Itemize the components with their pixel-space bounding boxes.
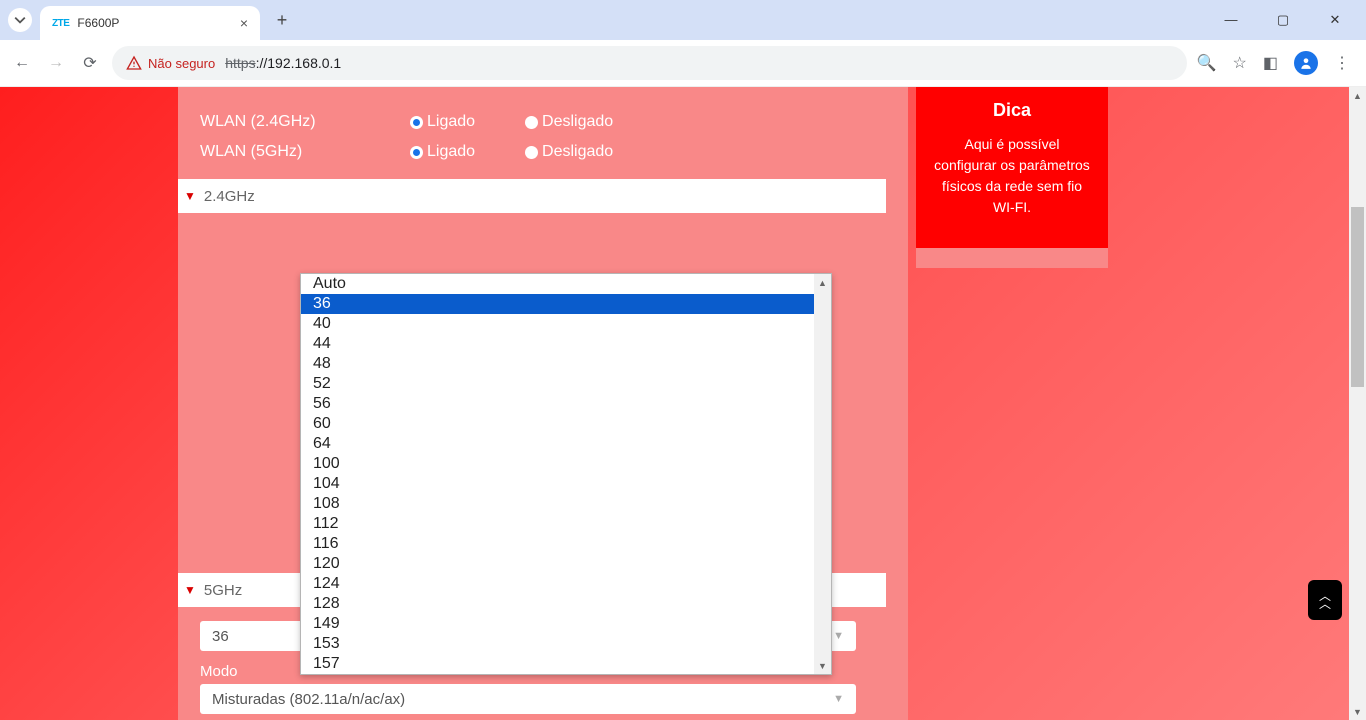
close-window-button[interactable]: ✕ bbox=[1320, 12, 1350, 28]
dropdown-option[interactable]: 100 bbox=[301, 454, 814, 474]
toolbar-icons: 🔍 ☆ ◧ ⋮ bbox=[1197, 51, 1356, 75]
wlan-5-row: WLAN (5GHz) Ligado Desligado bbox=[178, 137, 908, 167]
bandwidth-label: Largura da Banda bbox=[178, 714, 908, 720]
dropdown-option[interactable]: 40 bbox=[301, 314, 814, 334]
wlan24-off-radio[interactable]: Desligado bbox=[525, 113, 613, 131]
dropdown-option[interactable]: 64 bbox=[301, 434, 814, 454]
url-text: https://192.168.0.1 bbox=[225, 55, 341, 71]
scroll-up-icon[interactable]: ▲ bbox=[1349, 87, 1366, 104]
dropdown-option[interactable]: 52 bbox=[301, 374, 814, 394]
dropdown-option[interactable]: 120 bbox=[301, 554, 814, 574]
window-controls: — ▢ ✕ bbox=[1216, 12, 1358, 28]
wlan5-on-radio[interactable]: Ligado bbox=[410, 143, 475, 161]
wlan-5-label: WLAN (5GHz) bbox=[200, 143, 410, 161]
maximize-button[interactable]: ▢ bbox=[1268, 12, 1298, 28]
chevron-up-icon: ︿ bbox=[1319, 600, 1331, 608]
dropdown-option[interactable]: 116 bbox=[301, 534, 814, 554]
bookmark-icon[interactable]: ☆ bbox=[1233, 53, 1247, 73]
chevron-down-icon bbox=[14, 14, 26, 26]
dropdown-option[interactable]: 36 bbox=[301, 294, 814, 314]
side-panel-icon[interactable]: ◧ bbox=[1263, 53, 1278, 73]
browser-tab-strip: ZTE F6600P × + — ▢ ✕ bbox=[0, 0, 1366, 40]
section-24ghz[interactable]: ▼ 2.4GHz bbox=[178, 179, 886, 213]
dropdown-option[interactable]: 104 bbox=[301, 474, 814, 494]
dropdown-scrollbar[interactable]: ▲ ▼ bbox=[814, 274, 831, 674]
minimize-button[interactable]: — bbox=[1216, 12, 1246, 28]
tip-title: Dica bbox=[934, 97, 1090, 124]
tab-favicon: ZTE bbox=[52, 18, 69, 29]
dropdown-option[interactable]: Auto bbox=[301, 274, 814, 294]
chevron-down-icon: ▼ bbox=[184, 189, 196, 203]
kebab-menu-icon[interactable]: ⋮ bbox=[1334, 53, 1350, 73]
page-viewport: WLAN (2.4GHz) Ligado Desligado WLAN (5GH… bbox=[0, 87, 1366, 720]
dropdown-option[interactable]: 124 bbox=[301, 574, 814, 594]
reload-button[interactable]: ⟳ bbox=[78, 53, 102, 73]
scrollbar-thumb[interactable] bbox=[1351, 207, 1364, 387]
mode-value: Misturadas (802.11a/n/ac/ax) bbox=[212, 691, 405, 708]
scroll-up-icon[interactable]: ▲ bbox=[814, 274, 831, 291]
browser-tab[interactable]: ZTE F6600P × bbox=[40, 6, 260, 40]
wlan24-on-radio[interactable]: Ligado bbox=[410, 113, 475, 131]
wlan-24-label: WLAN (2.4GHz) bbox=[200, 113, 410, 131]
profile-button[interactable] bbox=[1294, 51, 1318, 75]
security-indicator[interactable]: Não seguro bbox=[126, 55, 215, 71]
chevron-down-icon: ▼ bbox=[184, 583, 196, 597]
chevron-down-icon: ▼ bbox=[833, 693, 844, 705]
forward-button[interactable]: → bbox=[44, 54, 68, 72]
dropdown-option[interactable]: 56 bbox=[301, 394, 814, 414]
tip-body: Aqui é possível configurar os parâmetros… bbox=[934, 134, 1090, 218]
scroll-down-icon[interactable]: ▼ bbox=[814, 657, 831, 674]
insecure-label: Não seguro bbox=[148, 56, 215, 71]
dropdown-option[interactable]: 112 bbox=[301, 514, 814, 534]
chevron-down-icon: ▼ bbox=[833, 630, 844, 642]
page-scrollbar[interactable]: ▲ ▼ bbox=[1349, 87, 1366, 720]
dropdown-option[interactable]: 60 bbox=[301, 414, 814, 434]
scroll-top-button[interactable]: ︿ ︿ bbox=[1308, 580, 1342, 620]
dropdown-option[interactable]: 149 bbox=[301, 614, 814, 634]
channel-dropdown[interactable]: Auto364044485256606410010410811211612012… bbox=[300, 273, 832, 675]
scroll-down-icon[interactable]: ▼ bbox=[1349, 703, 1366, 720]
back-button[interactable]: ← bbox=[10, 54, 34, 72]
wlan5-off-radio[interactable]: Desligado bbox=[525, 143, 613, 161]
tab-search-button[interactable] bbox=[8, 8, 32, 32]
channel-value: 36 bbox=[212, 628, 229, 645]
dropdown-option[interactable]: 128 bbox=[301, 594, 814, 614]
dropdown-option[interactable]: 153 bbox=[301, 634, 814, 654]
dropdown-option[interactable]: 108 bbox=[301, 494, 814, 514]
browser-toolbar: ← → ⟳ Não seguro https://192.168.0.1 🔍 ☆… bbox=[0, 40, 1366, 87]
dropdown-option[interactable]: 48 bbox=[301, 354, 814, 374]
mode-select[interactable]: Misturadas (802.11a/n/ac/ax) ▼ bbox=[200, 684, 856, 714]
tab-title: F6600P bbox=[77, 16, 231, 30]
close-icon[interactable]: × bbox=[240, 15, 248, 31]
wlan-24-row: WLAN (2.4GHz) Ligado Desligado bbox=[178, 107, 908, 137]
dropdown-option[interactable]: 157 bbox=[301, 654, 814, 674]
zoom-icon[interactable]: 🔍 bbox=[1197, 53, 1217, 73]
new-tab-button[interactable]: + bbox=[268, 6, 296, 34]
user-icon bbox=[1299, 56, 1313, 70]
warning-icon bbox=[126, 55, 142, 71]
address-bar[interactable]: Não seguro https://192.168.0.1 bbox=[112, 46, 1187, 80]
dropdown-option[interactable]: 44 bbox=[301, 334, 814, 354]
tip-card: Dica Aqui é possível configurar os parâm… bbox=[916, 87, 1108, 268]
left-gutter bbox=[0, 87, 178, 720]
